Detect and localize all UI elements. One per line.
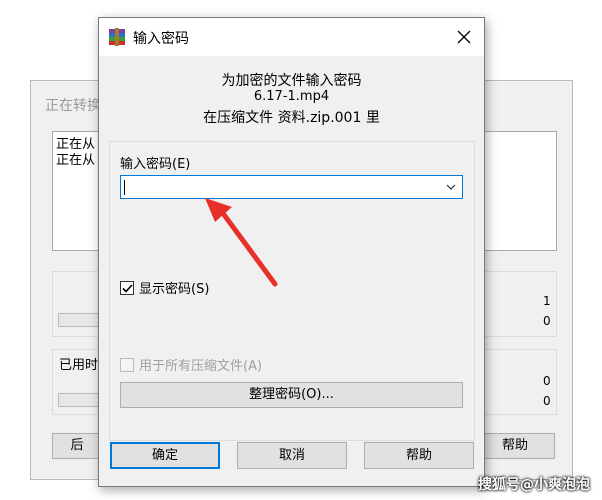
background-help-button[interactable]: 帮助 <box>475 433 555 459</box>
use-for-all-checkbox <box>120 357 134 372</box>
cancel-button[interactable]: 取消 <box>237 442 347 469</box>
text-caret <box>124 180 125 195</box>
winrar-icon <box>108 28 126 46</box>
show-password-label: 显示密码(S) <box>139 282 210 297</box>
background-count: 0 <box>543 314 551 328</box>
use-for-all-label: 用于所有压缩文件(A) <box>139 359 263 374</box>
background-count: 1 <box>543 294 551 308</box>
show-password-row[interactable]: 显示密码(S) <box>120 278 209 297</box>
background-left-button[interactable]: 后 <box>52 433 102 459</box>
dialog-title: 输入密码 <box>133 31 189 47</box>
password-dialog: 输入密码 为加密的文件输入密码 6.17-1.mp4 在压缩文件 资料.zip.… <box>98 17 485 487</box>
show-password-checkbox[interactable] <box>120 280 134 295</box>
organize-passwords-button[interactable]: 整理密码(O)... <box>120 382 463 408</box>
background-count: 0 <box>543 374 551 388</box>
background-window-title: 正在转换 <box>45 98 101 114</box>
dialog-titlebar: 输入密码 <box>99 18 484 56</box>
check-icon <box>122 283 133 293</box>
background-count: 0 <box>543 394 551 408</box>
header-filename: 6.17-1.mp4 <box>253 89 330 104</box>
chevron-down-icon[interactable] <box>444 179 458 195</box>
watermark: 搜狐号@小爽泡泡 <box>478 477 590 493</box>
ok-button[interactable]: 确定 <box>110 442 220 469</box>
help-button[interactable]: 帮助 <box>364 442 474 469</box>
password-input[interactable] <box>120 175 463 199</box>
header-instruction: 为加密的文件输入密码 <box>221 73 362 89</box>
elapsed-label: 已用时 <box>59 358 99 373</box>
use-for-all-row: 用于所有压缩文件(A) <box>120 355 262 374</box>
header-archive: 在压缩文件 资料.zip.001 里 <box>203 110 380 126</box>
close-icon[interactable] <box>450 23 478 51</box>
password-label: 输入密码(E) <box>120 157 191 172</box>
